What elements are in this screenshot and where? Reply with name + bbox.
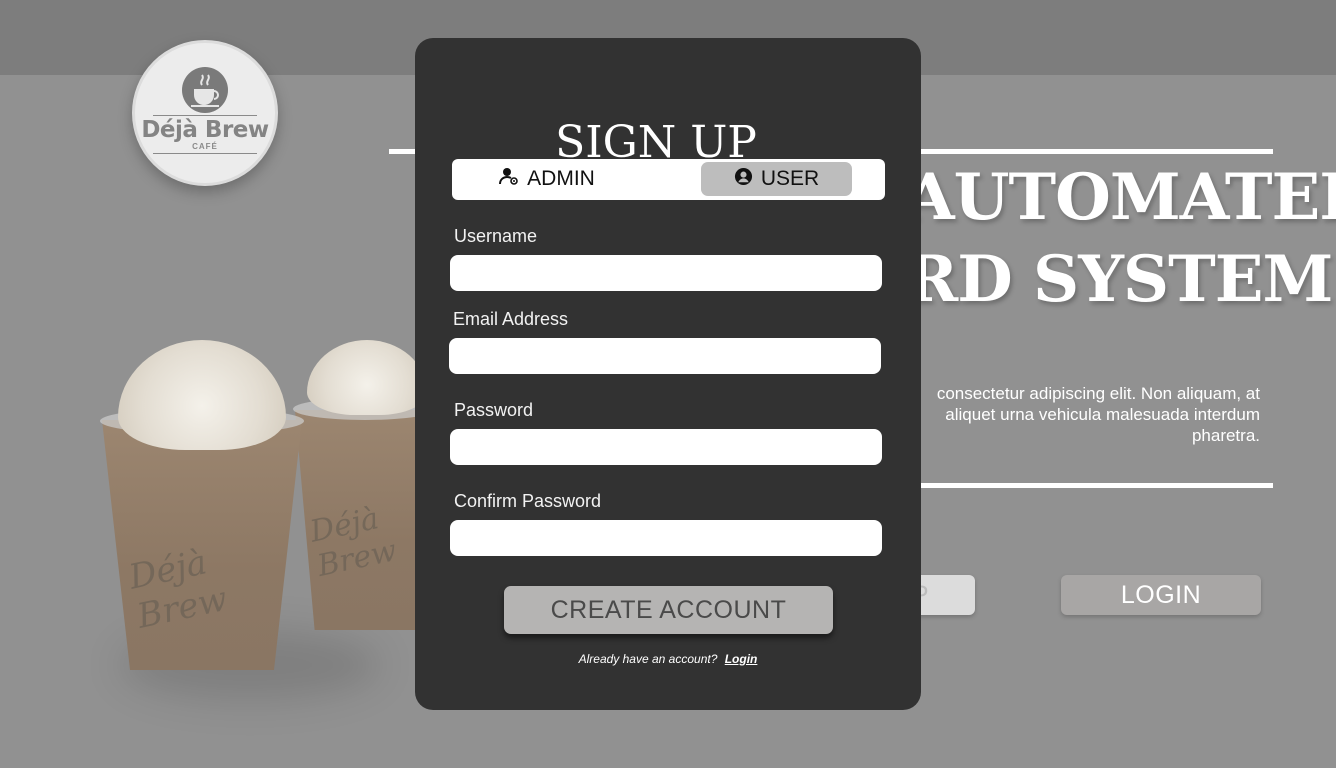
confirm-password-input[interactable] <box>450 520 882 556</box>
password-input[interactable] <box>450 429 882 465</box>
confirm-password-label: Confirm Password <box>454 491 602 511</box>
login-button-label: LOGIN <box>1120 580 1202 609</box>
hero-divider-bottom <box>905 483 1273 488</box>
password-label: Password <box>454 400 534 420</box>
role-toggle: ADMIN USER <box>452 159 885 200</box>
username-input[interactable] <box>450 255 882 291</box>
drink-cup-left: Déjà Brew <box>100 340 304 675</box>
user-circle-icon <box>734 167 753 192</box>
login-button[interactable]: LOGIN <box>1061 575 1261 615</box>
role-option-user[interactable]: USER <box>701 162 852 196</box>
role-option-admin[interactable]: ADMIN <box>482 162 612 196</box>
already-have-account-text: Already have an account? Login <box>415 652 921 666</box>
cafe-logo: Déjà Brew CAFÉ <box>132 40 278 186</box>
role-option-user-label: USER <box>760 167 820 190</box>
logo-divider-bottom <box>153 153 257 154</box>
admin-user-icon <box>499 166 519 192</box>
hero-title-line2: RD SYSTEM <box>905 242 1333 317</box>
username-label: Username <box>454 226 538 246</box>
logo-divider-top <box>153 115 257 116</box>
email-input[interactable] <box>449 338 881 374</box>
drink-cup-right: Déjà Brew <box>293 340 437 640</box>
login-link[interactable]: Login <box>725 652 758 666</box>
role-option-admin-label: ADMIN <box>527 167 595 190</box>
logo-name: Déjà Brew <box>141 117 269 143</box>
email-label: Email Address <box>453 309 569 329</box>
logo-subtitle: CAFÉ <box>192 142 218 151</box>
already-have-account-label: Already have an account? <box>578 652 718 666</box>
coffee-cup-icon <box>182 67 228 113</box>
hero-title-line1: AUTOMATED <box>905 160 1336 235</box>
hero-description: consectetur adipiscing elit. Non aliquam… <box>936 384 1260 445</box>
create-account-button[interactable]: CREATE ACCOUNT <box>504 586 833 634</box>
